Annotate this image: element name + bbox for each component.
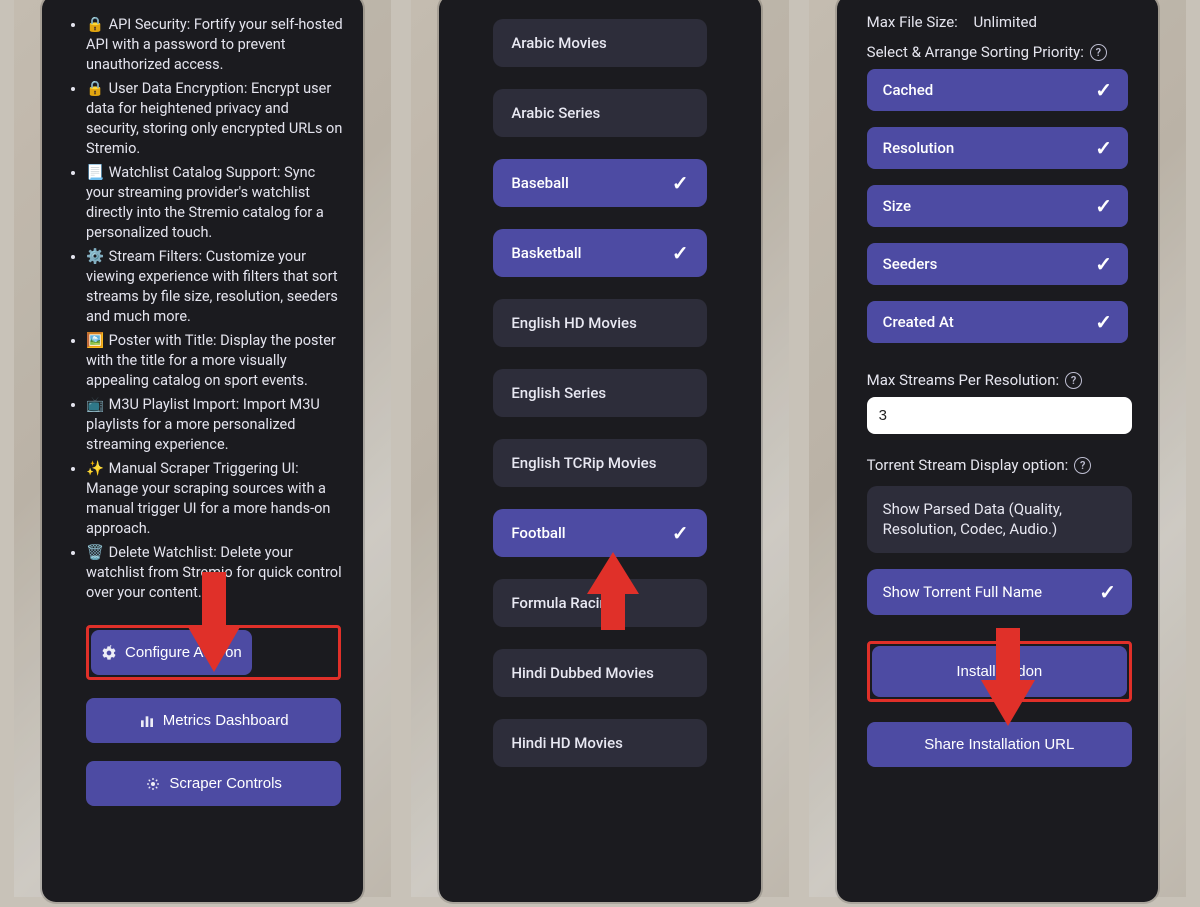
help-icon[interactable]: ? bbox=[1074, 457, 1091, 474]
max-streams-label: Max Streams Per Resolution: ? bbox=[867, 371, 1132, 389]
list-item: 📃 Watchlist Catalog Support: Sync your s… bbox=[86, 163, 343, 243]
button-label: Share Installation URL bbox=[924, 736, 1074, 753]
feature-title: Manual Scraper Triggering UI: bbox=[109, 460, 299, 477]
gear-icon: ⚙️ bbox=[86, 247, 104, 267]
category-chip[interactable]: Arabic Series bbox=[493, 89, 706, 137]
chip-label: Resolution bbox=[883, 139, 955, 157]
sort-priority-chip[interactable]: Size✓ bbox=[867, 185, 1128, 227]
chip-label: Arabic Series bbox=[511, 104, 600, 122]
config-panel: Max File Size: Unlimited Select & Arrang… bbox=[837, 0, 1158, 902]
share-installation-url-button[interactable]: Share Installation URL bbox=[867, 722, 1132, 767]
chip-label: Baseball bbox=[511, 174, 568, 192]
list-item: 📺 M3U Playlist Import: Import M3U playli… bbox=[86, 395, 343, 455]
feature-title: Delete Watchlist: bbox=[109, 544, 217, 561]
category-chip[interactable]: English HD Movies bbox=[493, 299, 706, 347]
chip-label: Seeders bbox=[883, 255, 938, 273]
list-item: 🖼️ Poster with Title: Display the poster… bbox=[86, 331, 343, 391]
tv-icon: 📺 bbox=[86, 395, 104, 415]
chip-label: Cached bbox=[883, 81, 934, 99]
lock-icon: 🔒 bbox=[86, 79, 104, 99]
category-chip[interactable]: Arabic Movies bbox=[493, 19, 706, 67]
display-option-label: Torrent Stream Display option: ? bbox=[867, 456, 1132, 474]
highlight-configure: Configure Add-on bbox=[86, 625, 341, 680]
chip-label: Basketball bbox=[511, 244, 581, 262]
category-chip[interactable]: Baseball✓ bbox=[493, 159, 706, 207]
feature-desc: Manage your scraping sources with a manu… bbox=[86, 480, 330, 537]
display-option[interactable]: Show Parsed Data (Quality, Resolution, C… bbox=[867, 486, 1132, 553]
category-chip[interactable]: English Series bbox=[493, 369, 706, 417]
list-item: ⚙️ Stream Filters: Customize your viewin… bbox=[86, 247, 343, 327]
chip-label: Football bbox=[511, 524, 565, 542]
picture-icon: 🖼️ bbox=[86, 331, 104, 351]
list-item: 🔒 User Data Encryption: Encrypt user dat… bbox=[86, 79, 343, 159]
categories-panel: Arabic Movies Arabic Series Baseball✓ Baske… bbox=[439, 0, 760, 902]
lock-icon: 🔒 bbox=[86, 15, 104, 35]
option-label: Show Torrent Full Name bbox=[883, 582, 1042, 602]
chip-label: Arabic Movies bbox=[511, 34, 606, 52]
features-panel: 🔒 API Security: Fortify your self-hosted… bbox=[42, 0, 363, 902]
option-label: Show Parsed Data (Quality, Resolution, C… bbox=[883, 499, 1116, 540]
chip-label: English TCRip Movies bbox=[511, 454, 656, 472]
trash-icon: 🗑️ bbox=[86, 543, 104, 563]
button-label: Metrics Dashboard bbox=[163, 712, 289, 729]
feature-title: API Security: bbox=[109, 16, 191, 33]
chip-label: Created At bbox=[883, 313, 954, 331]
button-label: Install Addon bbox=[956, 663, 1042, 680]
button-label: Configure Add-on bbox=[125, 644, 242, 661]
sort-priority-chip[interactable]: Resolution✓ bbox=[867, 127, 1128, 169]
display-option[interactable]: Show Torrent Full Name✓ bbox=[867, 569, 1132, 615]
scraper-controls-button[interactable]: Scraper Controls bbox=[86, 761, 341, 806]
list-item: ✨ Manual Scraper Triggering UI: Manage y… bbox=[86, 459, 343, 539]
chart-icon bbox=[139, 713, 155, 729]
gear-icon bbox=[101, 645, 117, 661]
sorting-priority-label: Select & Arrange Sorting Priority: ? bbox=[867, 43, 1132, 61]
feature-title: M3U Playlist Import: bbox=[109, 396, 240, 413]
category-chip[interactable]: English TCRip Movies bbox=[493, 439, 706, 487]
sort-priority-chip[interactable]: Seeders✓ bbox=[867, 243, 1128, 285]
help-icon[interactable]: ? bbox=[1090, 44, 1107, 61]
max-filesize-label: Max File Size: Unlimited bbox=[867, 13, 1132, 31]
help-icon[interactable]: ? bbox=[1065, 372, 1082, 389]
category-chip[interactable]: Hindi Dubbed Movies bbox=[493, 649, 706, 697]
sort-priority-list: Cached✓ Resolution✓ Size✓ Seeders✓ Created A… bbox=[867, 69, 1132, 343]
metrics-dashboard-button[interactable]: Metrics Dashboard bbox=[86, 698, 341, 743]
category-chip[interactable]: Hindi HD Movies bbox=[493, 719, 706, 767]
sort-priority-chip[interactable]: Cached✓ bbox=[867, 69, 1128, 111]
max-streams-input[interactable] bbox=[867, 397, 1132, 434]
list-item: 🔒 API Security: Fortify your self-hosted… bbox=[86, 15, 343, 75]
chip-label: English HD Movies bbox=[511, 314, 636, 332]
chip-label: Hindi Dubbed Movies bbox=[511, 664, 654, 682]
chip-label: Hindi HD Movies bbox=[511, 734, 623, 752]
feature-title: Poster with Title: bbox=[109, 332, 217, 349]
configure-addon-button[interactable]: Configure Add-on bbox=[91, 630, 252, 675]
feature-title: Watchlist Catalog Support: bbox=[109, 164, 281, 181]
category-chip[interactable]: Football✓ bbox=[493, 509, 706, 557]
sliders-icon bbox=[145, 776, 161, 792]
chip-label: Size bbox=[883, 197, 911, 215]
install-addon-button[interactable]: Install Addon bbox=[872, 646, 1127, 697]
category-chip[interactable]: Basketball✓ bbox=[493, 229, 706, 277]
list-item: 🗑️ Delete Watchlist: Delete your watchli… bbox=[86, 543, 343, 603]
button-label: Scraper Controls bbox=[169, 775, 282, 792]
features-list: 🔒 API Security: Fortify your self-hosted… bbox=[62, 15, 343, 603]
sparkles-icon: ✨ bbox=[86, 459, 104, 479]
chip-label: English Series bbox=[511, 384, 606, 402]
chip-label: Formula Racing bbox=[511, 594, 616, 612]
max-filesize-value: Unlimited bbox=[974, 13, 1037, 31]
highlight-install: Install Addon bbox=[867, 641, 1132, 702]
sort-priority-chip[interactable]: Created At✓ bbox=[867, 301, 1128, 343]
category-chip[interactable]: Formula Racing bbox=[493, 579, 706, 627]
feature-title: User Data Encryption: bbox=[109, 80, 248, 97]
feature-title: Stream Filters: bbox=[109, 248, 202, 265]
categories-list: Arabic Movies Arabic Series Baseball✓ Baske… bbox=[459, 15, 740, 771]
document-icon: 📃 bbox=[86, 163, 104, 183]
